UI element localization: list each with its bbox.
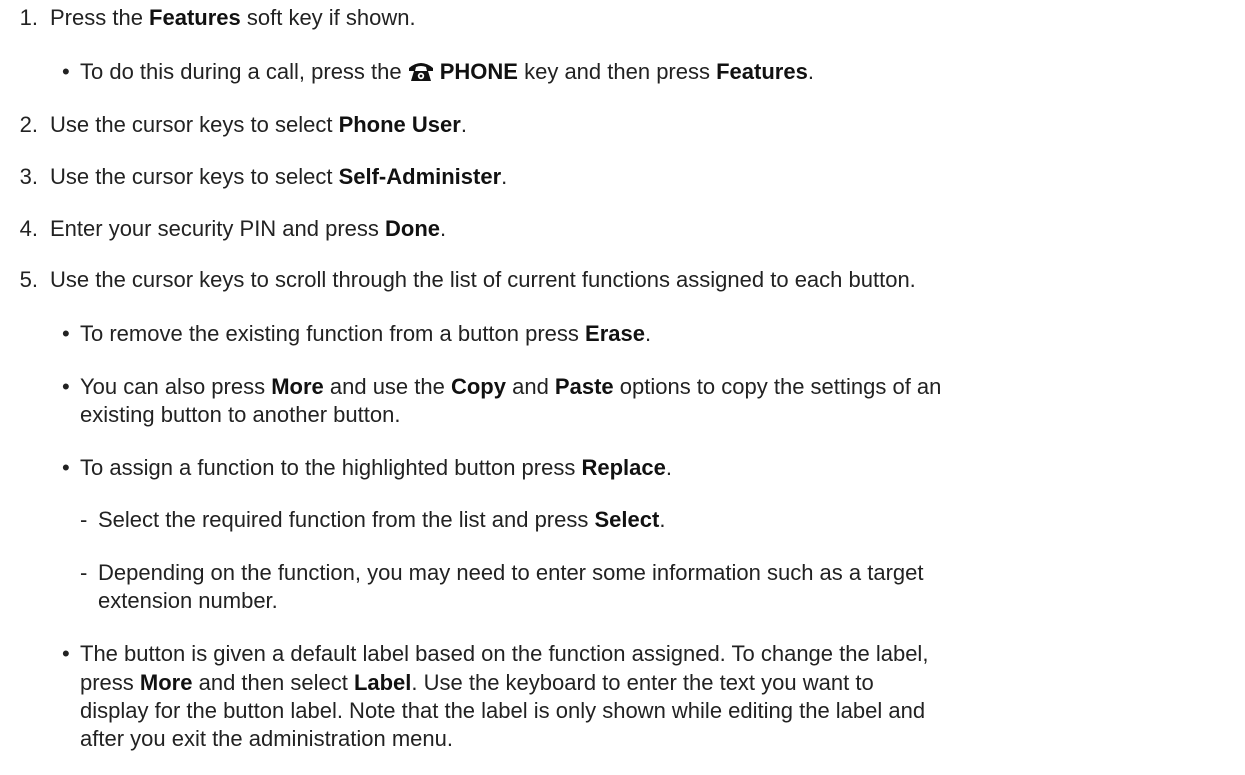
- select-subitem: - Select the required function from the l…: [80, 507, 666, 532]
- step-3: 3. Use the cursor keys to select Self-Adm…: [0, 164, 508, 190]
- step-5: 5. Use the cursor keys to scroll through …: [0, 267, 916, 293]
- step-number: 1.: [19, 5, 38, 30]
- erase-subitem: • To remove the existing function from a …: [62, 321, 652, 346]
- features-softkey-label: Features: [149, 5, 241, 30]
- step-4: 4. Enter your security PIN and press Done…: [0, 216, 447, 242]
- label-subitem-line4: after you exit the administration menu.: [80, 726, 453, 751]
- step-2: 2. Use the cursor keys to select Phone Us…: [0, 112, 467, 138]
- step-number: 3.: [19, 164, 38, 189]
- depending-subitem: - Depending on the function, you may need…: [80, 560, 924, 585]
- step-number: 4.: [19, 216, 38, 241]
- phone-key-label: PHONE: [439, 59, 518, 84]
- depending-subitem-cont: extension number.: [98, 588, 278, 613]
- copy-paste-subitem: • You can also press More and use the Cop…: [62, 374, 942, 399]
- step-number: 5.: [19, 267, 38, 292]
- label-subitem: • The button is given a default label bas…: [62, 641, 929, 666]
- label-subitem-line2: press More and then select Label. Use th…: [80, 670, 874, 695]
- replace-subitem: • To assign a function to the highlighted…: [62, 455, 672, 480]
- step-number: 2.: [19, 112, 38, 137]
- phone-icon: [408, 60, 434, 82]
- step-1: 1. Press the Features soft key if shown.: [0, 5, 416, 31]
- label-subitem-line3: display for the button label. Note that …: [80, 698, 926, 723]
- copy-paste-subitem-cont: existing button to another button.: [80, 402, 401, 427]
- step-1-subitem: • To do this during a call, press the PHO…: [62, 59, 814, 84]
